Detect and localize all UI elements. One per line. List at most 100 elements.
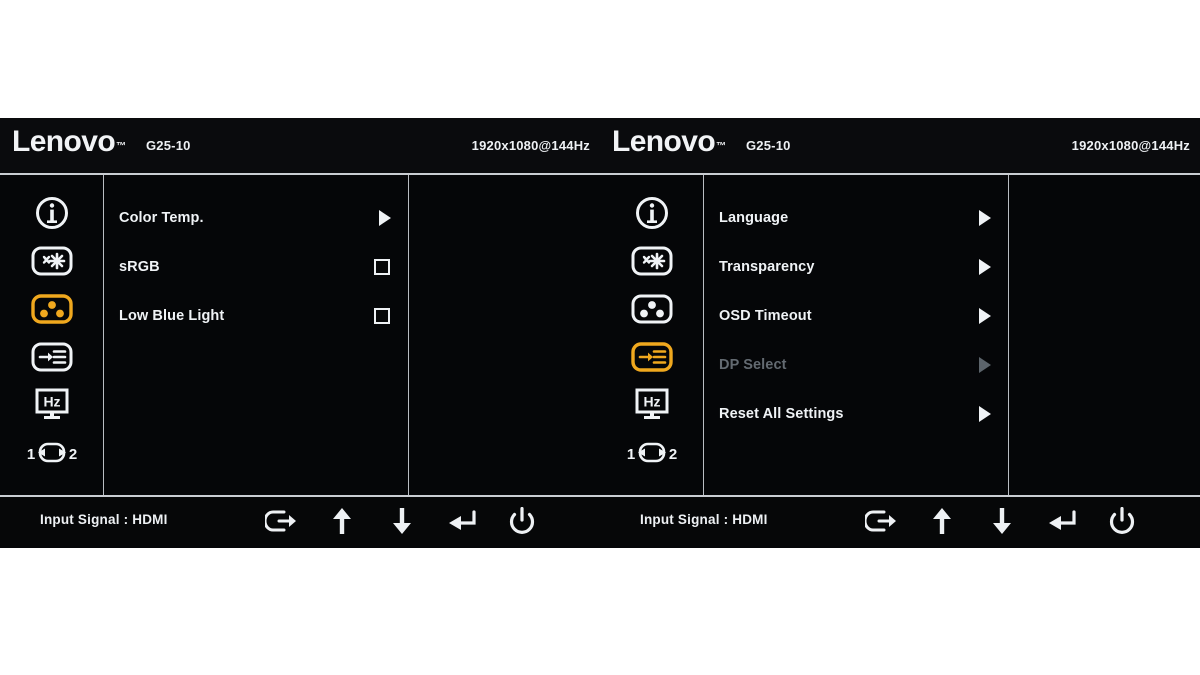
menu-item-label: Color Temp. (119, 209, 204, 226)
menu-item-language[interactable]: Language (704, 193, 1008, 242)
monitor-model: G25-10 (146, 138, 191, 153)
osd-footer: Input Signal : HDMI (600, 497, 1200, 546)
osd-panel-color-settings: Lenovo™ G25-10 1920x1080@144Hz Hz 1 2 Co… (0, 118, 600, 548)
osd-detail-pane (1009, 175, 1200, 495)
exit-button[interactable] (865, 505, 899, 537)
resolution-label: 1920x1080@144Hz (471, 138, 590, 153)
lenovo-logo: Lenovo™ (12, 127, 126, 157)
rail-item-input-switch[interactable]: 1 2 (621, 429, 683, 477)
svg-text:Hz: Hz (643, 394, 660, 410)
power-icon (1109, 507, 1135, 535)
osd-detail-pane (409, 175, 600, 495)
rail-item-basic-settings[interactable] (21, 237, 83, 285)
input-signal-label: Input Signal : HDMI (40, 512, 168, 527)
menu-item-srgb[interactable]: sRGB (104, 242, 408, 291)
arrow-down-icon (991, 507, 1013, 535)
power-button[interactable] (1105, 505, 1139, 537)
color-settings-icon (30, 293, 73, 325)
exit-button[interactable] (265, 505, 299, 537)
info-icon (633, 194, 671, 232)
rail-item-information[interactable] (21, 189, 83, 237)
osd-icon-rail: Hz 1 2 (600, 175, 704, 495)
trademark-mark: ™ (116, 141, 127, 152)
power-icon (509, 507, 535, 535)
up-button[interactable] (925, 505, 959, 537)
chevron-right-icon (379, 209, 391, 226)
menu-item-label: sRGB (119, 258, 160, 275)
menu-item-label: DP Select (719, 356, 787, 373)
osd-header: Lenovo™ G25-10 1920x1080@144Hz (0, 118, 600, 175)
resolution-label: 1920x1080@144Hz (1071, 138, 1190, 153)
screenshot-stage: Lenovo™ G25-10 1920x1080@144Hz Hz 1 2 Co… (0, 0, 1200, 675)
osd-body: Hz 1 2 (600, 175, 1200, 497)
rail-item-information[interactable] (621, 189, 683, 237)
enter-button[interactable] (445, 505, 479, 537)
svg-text:1: 1 (626, 446, 634, 463)
input-switch-icon: 1 2 (624, 438, 680, 468)
osd-panel-menu-settings: Lenovo™ G25-10 1920x1080@144Hz Hz 1 2 La… (600, 118, 1200, 548)
enter-icon (1047, 508, 1077, 534)
menu-item-osd-timeout[interactable]: OSD Timeout (704, 291, 1008, 340)
down-button[interactable] (985, 505, 1019, 537)
svg-text:2: 2 (68, 446, 76, 463)
color-settings-icon (631, 293, 673, 325)
brightness-contrast-icon (31, 245, 73, 277)
brightness-contrast-icon (631, 245, 673, 277)
chevron-right-icon (979, 258, 991, 275)
chevron-right-icon (979, 209, 991, 226)
osd-header: Lenovo™ G25-10 1920x1080@144Hz (600, 118, 1200, 175)
rail-item-refresh-rate[interactable]: Hz (621, 381, 683, 429)
monitor-model: G25-10 (746, 138, 791, 153)
lenovo-logo-text: Lenovo (612, 125, 716, 158)
arrow-down-icon (391, 507, 413, 535)
menu-item-label: Language (719, 209, 789, 226)
lenovo-logo: Lenovo™ (612, 127, 726, 157)
menu-item-transparency[interactable]: Transparency (704, 242, 1008, 291)
input-signal-label: Input Signal : HDMI (640, 512, 768, 527)
menu-item-label: Reset All Settings (719, 405, 844, 422)
osd-footer: Input Signal : HDMI (0, 497, 600, 546)
refresh-rate-icon: Hz (632, 387, 672, 423)
osd-menu-list: Color Temp. sRGB Low Blue Light (104, 175, 409, 495)
enter-icon (447, 508, 477, 534)
svg-text:Hz: Hz (43, 394, 60, 410)
menu-item-label: Transparency (719, 258, 815, 275)
rail-item-input-switch[interactable]: 1 2 (21, 429, 83, 477)
arrow-up-icon (331, 507, 353, 535)
svg-text:1: 1 (26, 446, 34, 463)
power-button[interactable] (505, 505, 539, 537)
menu-item-label: OSD Timeout (719, 307, 812, 324)
input-select-icon (630, 341, 673, 373)
info-icon (33, 194, 71, 232)
checkbox-srgb[interactable] (374, 258, 390, 275)
rail-item-menu-settings[interactable] (21, 333, 83, 381)
svg-text:2: 2 (668, 446, 676, 463)
enter-button[interactable] (1045, 505, 1079, 537)
osd-key-hints (865, 505, 1139, 537)
rail-item-color-settings[interactable] (621, 285, 683, 333)
input-select-icon (31, 341, 73, 373)
input-switch-icon: 1 2 (24, 438, 80, 468)
chevron-right-icon (979, 405, 991, 422)
down-button[interactable] (385, 505, 419, 537)
rail-item-menu-settings[interactable] (621, 333, 683, 381)
menu-item-dp-select: DP Select (704, 340, 1008, 389)
rail-item-basic-settings[interactable] (621, 237, 683, 285)
refresh-rate-icon: Hz (32, 387, 72, 423)
menu-item-color-temp[interactable]: Color Temp. (104, 193, 408, 242)
osd-menu-list: Language Transparency OSD Timeout DP Sel… (704, 175, 1009, 495)
rail-item-color-settings[interactable] (21, 285, 83, 333)
osd-body: Hz 1 2 (0, 175, 600, 497)
chevron-right-icon (979, 307, 991, 324)
up-button[interactable] (325, 505, 359, 537)
checkbox-low-blue-light[interactable] (374, 307, 390, 324)
menu-item-reset-all-settings[interactable]: Reset All Settings (704, 389, 1008, 438)
rail-item-refresh-rate[interactable]: Hz (21, 381, 83, 429)
arrow-up-icon (931, 507, 953, 535)
osd-key-hints (265, 505, 539, 537)
exit-icon (265, 508, 299, 534)
osd-icon-rail: Hz 1 2 (0, 175, 104, 495)
trademark-mark: ™ (716, 141, 727, 152)
chevron-right-icon (979, 356, 991, 373)
menu-item-low-blue-light[interactable]: Low Blue Light (104, 291, 408, 340)
